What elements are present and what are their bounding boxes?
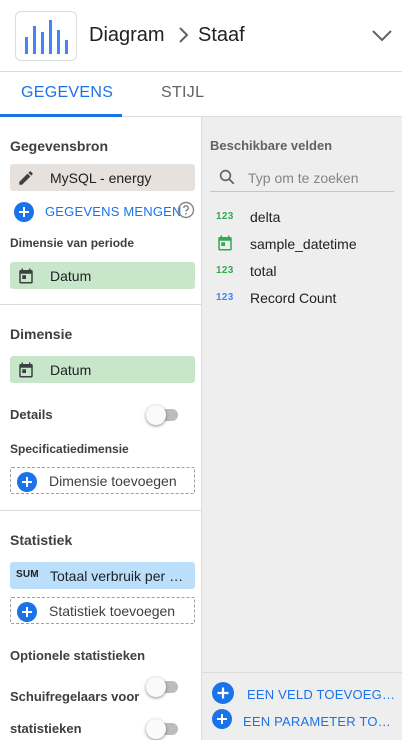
plus-circle-icon: [212, 709, 232, 734]
optional-metrics-label: Optionele statistieken: [10, 648, 146, 663]
aggregation-badge[interactable]: SUM: [16, 569, 39, 580]
calendar-icon: [216, 234, 234, 255]
data-config-panel: Gegevensbron MySQL - energy GEGEVENS MEN…: [0, 117, 201, 740]
field-item[interactable]: 123 Record Count: [216, 287, 396, 309]
metric-chip[interactable]: SUM Totaal verbruik per dag: [10, 562, 195, 589]
available-fields-title: Beschikbare velden: [210, 138, 333, 153]
section-divider: [0, 304, 201, 305]
tab-style[interactable]: STIJL: [161, 84, 204, 102]
period-dimension-label: Dimensie van periode: [10, 236, 135, 250]
available-fields-panel: Beschikbare velden 123 delta sample_date…: [202, 117, 402, 740]
chevron-down-icon[interactable]: [370, 26, 394, 51]
panel-tabs: GEGEVENS STIJL: [0, 72, 402, 117]
field-item[interactable]: sample_datetime: [216, 233, 396, 255]
add-parameter-label: EEN PARAMETER TOEVOEGEN: [243, 714, 398, 729]
add-metric-label: Statistiek toevoegen: [49, 603, 176, 619]
field-item[interactable]: 123 delta: [216, 206, 396, 228]
dimension-chip[interactable]: Datum: [10, 356, 195, 383]
optional-metrics-toggle[interactable]: [146, 677, 180, 697]
add-parameter-button[interactable]: EEN PARAMETER TOEVOEGEN: [212, 709, 398, 733]
metric-sliders-label-line2: statistieken: [10, 721, 82, 736]
plus-circle-icon: [17, 602, 37, 627]
field-search: [210, 164, 394, 192]
metric-value: Totaal verbruik per dag: [50, 568, 190, 584]
section-divider: [0, 510, 201, 511]
calendar-icon: [17, 267, 35, 285]
number-type-badge: 123: [216, 292, 234, 303]
blend-data-button[interactable]: GEGEVENS MENGEN: [14, 200, 199, 222]
add-dimension-button[interactable]: Dimensie toevoegen: [10, 467, 195, 494]
add-field-label: EEN VELD TOEVOEGEN: [247, 687, 397, 702]
metric-label: Statistiek: [10, 532, 73, 548]
fields-footer: EEN VELD TOEVOEGEN EEN PARAMETER TOEVOEG…: [202, 672, 402, 740]
period-dimension-chip[interactable]: Datum: [10, 262, 195, 289]
dimension-value: Datum: [50, 362, 92, 378]
metric-sliders-label-line1: Schuifregelaars voor: [10, 689, 140, 704]
breakdown-dimension-label: Specificatiedimensie: [10, 442, 129, 456]
data-source-chip[interactable]: MySQL - energy: [10, 164, 195, 191]
dimension-label: Dimensie: [10, 326, 73, 342]
plus-circle-icon: [17, 472, 37, 497]
data-source-label: Gegevensbron: [10, 138, 109, 154]
add-metric-button[interactable]: Statistiek toevoegen: [10, 597, 195, 624]
calendar-icon: [17, 361, 35, 379]
add-dimension-label: Dimensie toevoegen: [49, 473, 177, 489]
field-name: total: [250, 263, 277, 279]
blend-data-label: GEGEVENS MENGEN: [45, 204, 182, 219]
number-type-badge: 123: [216, 265, 234, 276]
field-item[interactable]: 123 total: [216, 260, 396, 282]
search-icon: [218, 168, 236, 191]
metric-sliders-toggle[interactable]: [146, 719, 180, 739]
details-label: Details: [10, 407, 53, 422]
header: Diagram Staaf: [0, 0, 402, 72]
bar-chart-icon: [15, 11, 77, 61]
add-field-button[interactable]: EEN VELD TOEVOEGEN: [212, 682, 398, 706]
field-search-input[interactable]: [248, 168, 392, 188]
breadcrumb-chart-type[interactable]: Staaf: [198, 24, 245, 47]
plus-circle-icon: [212, 682, 234, 709]
field-name: delta: [250, 209, 281, 225]
help-icon[interactable]: [177, 201, 195, 224]
pencil-icon[interactable]: [17, 169, 35, 187]
field-name: sample_datetime: [250, 236, 357, 252]
breadcrumb-chart[interactable]: Diagram: [89, 24, 165, 47]
data-source-name: MySQL - energy: [50, 170, 152, 186]
period-dimension-value: Datum: [50, 268, 92, 284]
plus-circle-icon: [14, 202, 34, 227]
field-name: Record Count: [250, 290, 337, 306]
number-type-badge: 123: [216, 211, 234, 222]
tab-data[interactable]: GEGEVENS: [21, 84, 113, 102]
chevron-right-icon: [176, 26, 190, 49]
details-toggle[interactable]: [146, 405, 180, 425]
